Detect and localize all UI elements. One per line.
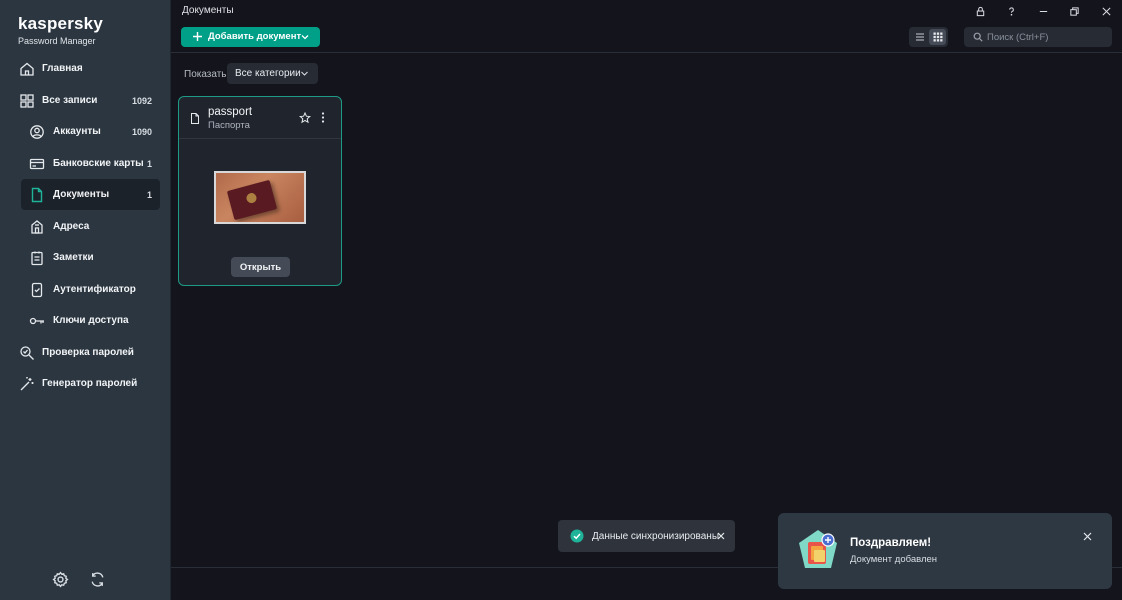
category-filter-select[interactable]: Все категории [227, 63, 318, 84]
sidebar-item-label: Все записи [42, 95, 98, 106]
sidebar-item-label: Главная [42, 63, 83, 74]
restore-icon[interactable] [1067, 4, 1081, 18]
sidebar-item-addresses[interactable]: Адреса [0, 211, 171, 242]
search-icon [973, 32, 983, 42]
toolbar-divider [171, 52, 1122, 53]
search-input[interactable] [987, 29, 1107, 45]
sidebar-item-home[interactable]: Главная [0, 53, 171, 84]
address-icon [29, 219, 45, 235]
list-view-icon[interactable] [911, 29, 928, 45]
add-document-label: Добавить документ [208, 31, 302, 42]
notes-icon [29, 250, 45, 266]
sidebar-item-password-check[interactable]: Проверка паролей [0, 337, 171, 368]
open-button[interactable]: Открыть [231, 257, 290, 277]
lock-icon[interactable] [973, 4, 987, 18]
document-card[interactable]: passport Паспорта Открыть [178, 96, 342, 286]
sidebar-item-authenticator[interactable]: Аутентификатор [0, 274, 171, 305]
sync-toast: Данные синхронизированы [558, 520, 735, 552]
sidebar-item-all[interactable]: Все записи 1092 [0, 85, 171, 116]
account-icon [29, 124, 45, 140]
sidebar-item-count: 1 [146, 189, 152, 200]
card-divider [179, 138, 341, 139]
congrats-text: Документ добавлен [850, 554, 938, 565]
grid-icon [19, 93, 35, 109]
check-circle-icon [570, 529, 584, 543]
more-options-icon[interactable] [318, 111, 328, 124]
sidebar-item-label: Адреса [53, 221, 90, 232]
open-button-label: Открыть [239, 262, 282, 273]
plus-icon [193, 32, 202, 41]
sidebar-item-label: Проверка паролей [42, 347, 134, 358]
close-icon[interactable] [1083, 532, 1092, 541]
congrats-toast: Поздравляем! Документ добавлен [778, 513, 1112, 589]
sidebar-item-label: Аккаунты [53, 126, 101, 137]
sync-toast-text: Данные синхронизированы [592, 531, 720, 542]
help-icon[interactable] [1004, 4, 1018, 18]
congrats-title: Поздравляем! [850, 537, 932, 549]
sidebar-item-count: 1 [146, 158, 152, 169]
key-icon [29, 313, 45, 329]
logo-text: kaspersky [18, 14, 103, 33]
sidebar-item-count: 1092 [131, 95, 152, 106]
minimize-icon[interactable] [1036, 4, 1050, 18]
sidebar-item-label: Ключи доступа [53, 315, 129, 326]
category-filter-value: Все категории [235, 68, 301, 79]
sidebar-item-notes[interactable]: Заметки [0, 242, 171, 273]
sidebar-item-documents[interactable]: Документы 1 [21, 179, 160, 210]
document-icon [29, 187, 45, 203]
sidebar-item-label: Документы [53, 189, 110, 200]
main-area: Документы Добавить документ Показать: Вс… [171, 0, 1122, 600]
sync-icon[interactable] [89, 571, 106, 588]
card-title: passport [208, 106, 253, 118]
logo-subtitle: Password Manager [18, 36, 96, 46]
sidebar-item-password-generator[interactable]: Генератор паролей [0, 368, 171, 399]
star-icon[interactable] [299, 112, 311, 124]
password-check-icon [19, 345, 35, 361]
sidebar-item-count: 1090 [131, 126, 152, 137]
sidebar-item-label: Генератор паролей [42, 378, 138, 389]
passport-thumbnail[interactable] [214, 171, 306, 224]
authenticator-icon [29, 282, 45, 298]
add-document-button[interactable]: Добавить документ [181, 27, 320, 47]
close-icon[interactable] [717, 532, 725, 540]
card-icon [29, 156, 45, 172]
page-title: Документы [182, 5, 234, 16]
sidebar-item-access-keys[interactable]: Ключи доступа [0, 305, 171, 336]
close-icon[interactable] [1099, 4, 1113, 18]
search-box [964, 27, 1112, 47]
chevron-down-icon [301, 35, 309, 40]
document-icon [191, 113, 199, 124]
home-icon [19, 61, 35, 77]
sidebar-item-label: Заметки [53, 252, 94, 263]
grid-view-icon[interactable] [929, 29, 946, 45]
sidebar-item-label: Банковские карты [53, 158, 144, 169]
sidebar: kaspersky Password Manager Главная Все з… [0, 0, 171, 600]
sidebar-item-label: Аутентификатор [53, 284, 136, 295]
passport-image [226, 179, 278, 221]
password-generator-icon [19, 376, 35, 392]
chevron-down-icon [301, 71, 308, 76]
settings-icon[interactable] [52, 571, 69, 588]
app-logo: kaspersky Password Manager [18, 14, 103, 46]
filter-label: Показать: [184, 69, 230, 80]
sidebar-item-bank-cards[interactable]: Банковские карты 1 [0, 148, 171, 179]
card-category: Паспорта [208, 120, 250, 131]
sidebar-item-accounts[interactable]: Аккаунты 1090 [0, 116, 171, 147]
document-added-illustration [799, 530, 837, 568]
view-toggle [909, 27, 948, 47]
